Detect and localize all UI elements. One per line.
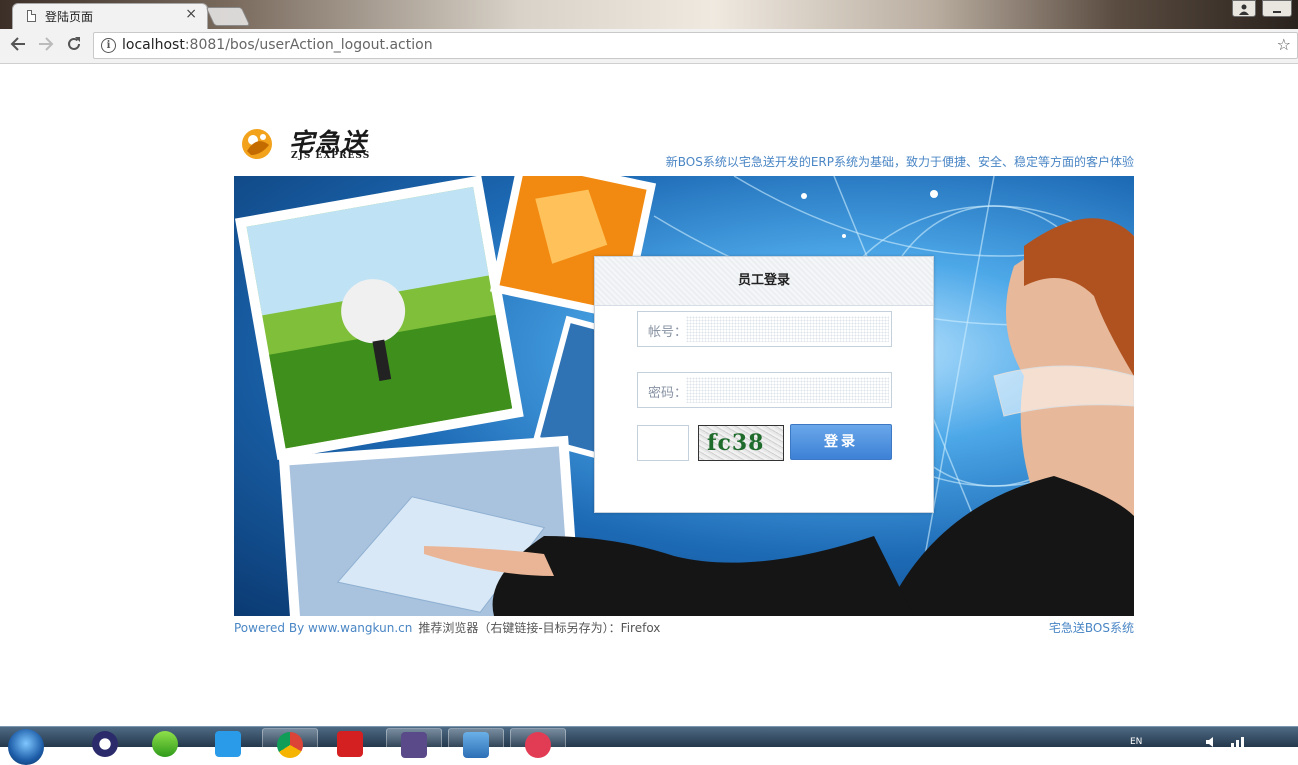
login-title: 员工登录 bbox=[595, 257, 933, 306]
os-taskbar: EN bbox=[0, 726, 1298, 765]
qq-icon[interactable] bbox=[215, 731, 241, 757]
powered-by-link[interactable]: Powered By www.wangkun.cn bbox=[234, 621, 412, 635]
forward-arrow-icon bbox=[39, 37, 54, 51]
youdao-icon[interactable] bbox=[337, 731, 363, 757]
url-path: :8081/bos/userAction_logout.action bbox=[184, 37, 433, 53]
browser-hint: 推荐浏览器（右键链接-目标另存为）：Firefox bbox=[418, 621, 661, 635]
password-input[interactable] bbox=[686, 377, 889, 403]
company-logo: 宅急送 ZJS EXPRESS bbox=[239, 123, 389, 165]
minimize-button[interactable] bbox=[1262, 0, 1292, 17]
logo-mark-icon bbox=[242, 129, 272, 159]
url-text: localhost:8081/bos/userAction_logout.act… bbox=[122, 37, 433, 53]
taskbar-javaee[interactable] bbox=[386, 728, 442, 758]
360-browser-icon[interactable] bbox=[152, 731, 178, 757]
user-icon bbox=[1239, 4, 1249, 15]
explorer-icon bbox=[463, 732, 489, 758]
taskbar-chrome[interactable] bbox=[262, 728, 318, 758]
eclipse-icon[interactable] bbox=[92, 731, 118, 757]
chrome-icon bbox=[277, 732, 303, 758]
browser-toolbar: i localhost:8081/bos/userAction_logout.a… bbox=[0, 29, 1298, 64]
login-form: 员工登录 帐号： 密码： fc38 登录 bbox=[594, 256, 934, 513]
new-tab-button[interactable] bbox=[205, 7, 251, 26]
reload-button[interactable] bbox=[65, 35, 83, 58]
password-field[interactable]: 密码： bbox=[637, 372, 892, 408]
start-button[interactable] bbox=[8, 729, 44, 765]
password-label: 密码： bbox=[648, 386, 688, 401]
page-icon bbox=[27, 10, 36, 22]
captcha-image[interactable]: fc38 bbox=[698, 425, 784, 461]
profile-button[interactable] bbox=[1232, 0, 1256, 17]
back-arrow-icon bbox=[10, 37, 25, 51]
footer-left: Powered By www.wangkun.cn 推荐浏览器（右键链接-目标另存… bbox=[234, 619, 660, 636]
back-button[interactable] bbox=[9, 35, 27, 58]
login-button[interactable]: 登录 bbox=[790, 424, 892, 460]
tab-close-icon[interactable]: × bbox=[185, 6, 197, 22]
bookmark-star-icon[interactable]: ☆ bbox=[1277, 35, 1291, 54]
tab-title: 登陆页面 bbox=[45, 10, 94, 24]
app-icon bbox=[525, 732, 551, 758]
url-host: localhost bbox=[122, 37, 185, 53]
address-bar[interactable]: i localhost:8081/bos/userAction_logout.a… bbox=[93, 32, 1298, 59]
tagline: 新BOS系统以宅急送开发的ERP系统为基础，致力于便捷、安全、稳定等方面的客户体… bbox=[665, 155, 1134, 169]
taskbar-app[interactable] bbox=[510, 728, 566, 758]
username-field[interactable]: 帐号： bbox=[637, 311, 892, 347]
reload-icon bbox=[68, 37, 80, 50]
taskbar-explorer[interactable] bbox=[448, 728, 504, 758]
browser-titlebar: 登陆页面 × bbox=[0, 0, 1298, 29]
captcha-input[interactable] bbox=[637, 425, 689, 461]
minimize-icon bbox=[1273, 11, 1281, 13]
logo-english-text: ZJS EXPRESS bbox=[291, 151, 371, 161]
java-ee-icon bbox=[401, 732, 427, 758]
username-label: 帐号： bbox=[648, 325, 688, 340]
forward-button[interactable] bbox=[37, 35, 55, 58]
info-icon[interactable]: i bbox=[101, 38, 116, 53]
browser-tab[interactable]: 登陆页面 × bbox=[12, 3, 208, 29]
footer-system-name: 宅急送BOS系统 bbox=[1048, 621, 1134, 635]
username-input[interactable] bbox=[686, 316, 889, 342]
